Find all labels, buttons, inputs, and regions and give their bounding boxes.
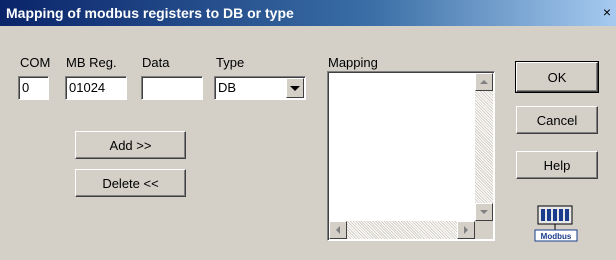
mapping-list[interactable] [327, 71, 495, 241]
scroll-corner [475, 221, 493, 239]
cancel-button[interactable]: Cancel [516, 106, 598, 134]
help-button[interactable]: Help [516, 151, 598, 179]
type-label: Type [216, 55, 245, 70]
delete-button[interactable]: Delete << [75, 169, 186, 197]
mb-reg-label: MB Reg. [66, 55, 117, 70]
dialog-window: Mapping of modbus registers to DB or typ… [0, 0, 616, 260]
scroll-down-icon[interactable] [475, 203, 493, 221]
vertical-scrollbar[interactable] [475, 73, 493, 221]
modbus-logo-text: Modbus [541, 232, 572, 241]
mapping-label: Mapping [328, 55, 378, 70]
type-select[interactable]: DB [214, 76, 306, 100]
chevron-down-icon[interactable] [286, 78, 304, 98]
com-input[interactable]: 0 [18, 76, 49, 100]
add-button[interactable]: Add >> [75, 131, 186, 159]
scroll-left-icon[interactable] [329, 221, 347, 239]
data-input[interactable] [141, 76, 203, 100]
close-icon[interactable]: × [600, 4, 614, 20]
type-select-value: DB [218, 80, 237, 95]
ok-button[interactable]: OK [515, 61, 599, 93]
window-title: Mapping of modbus registers to DB or typ… [6, 5, 294, 21]
horizontal-scrollbar[interactable] [329, 221, 475, 239]
scroll-right-icon[interactable] [457, 221, 475, 239]
modbus-logo-icon: Modbus [534, 205, 578, 242]
title-bar[interactable]: Mapping of modbus registers to DB or typ… [0, 0, 616, 26]
data-label: Data [142, 55, 170, 70]
mb-reg-input[interactable]: 01024 [65, 76, 127, 100]
scroll-up-icon[interactable] [475, 73, 493, 91]
com-label: COM [20, 55, 51, 70]
